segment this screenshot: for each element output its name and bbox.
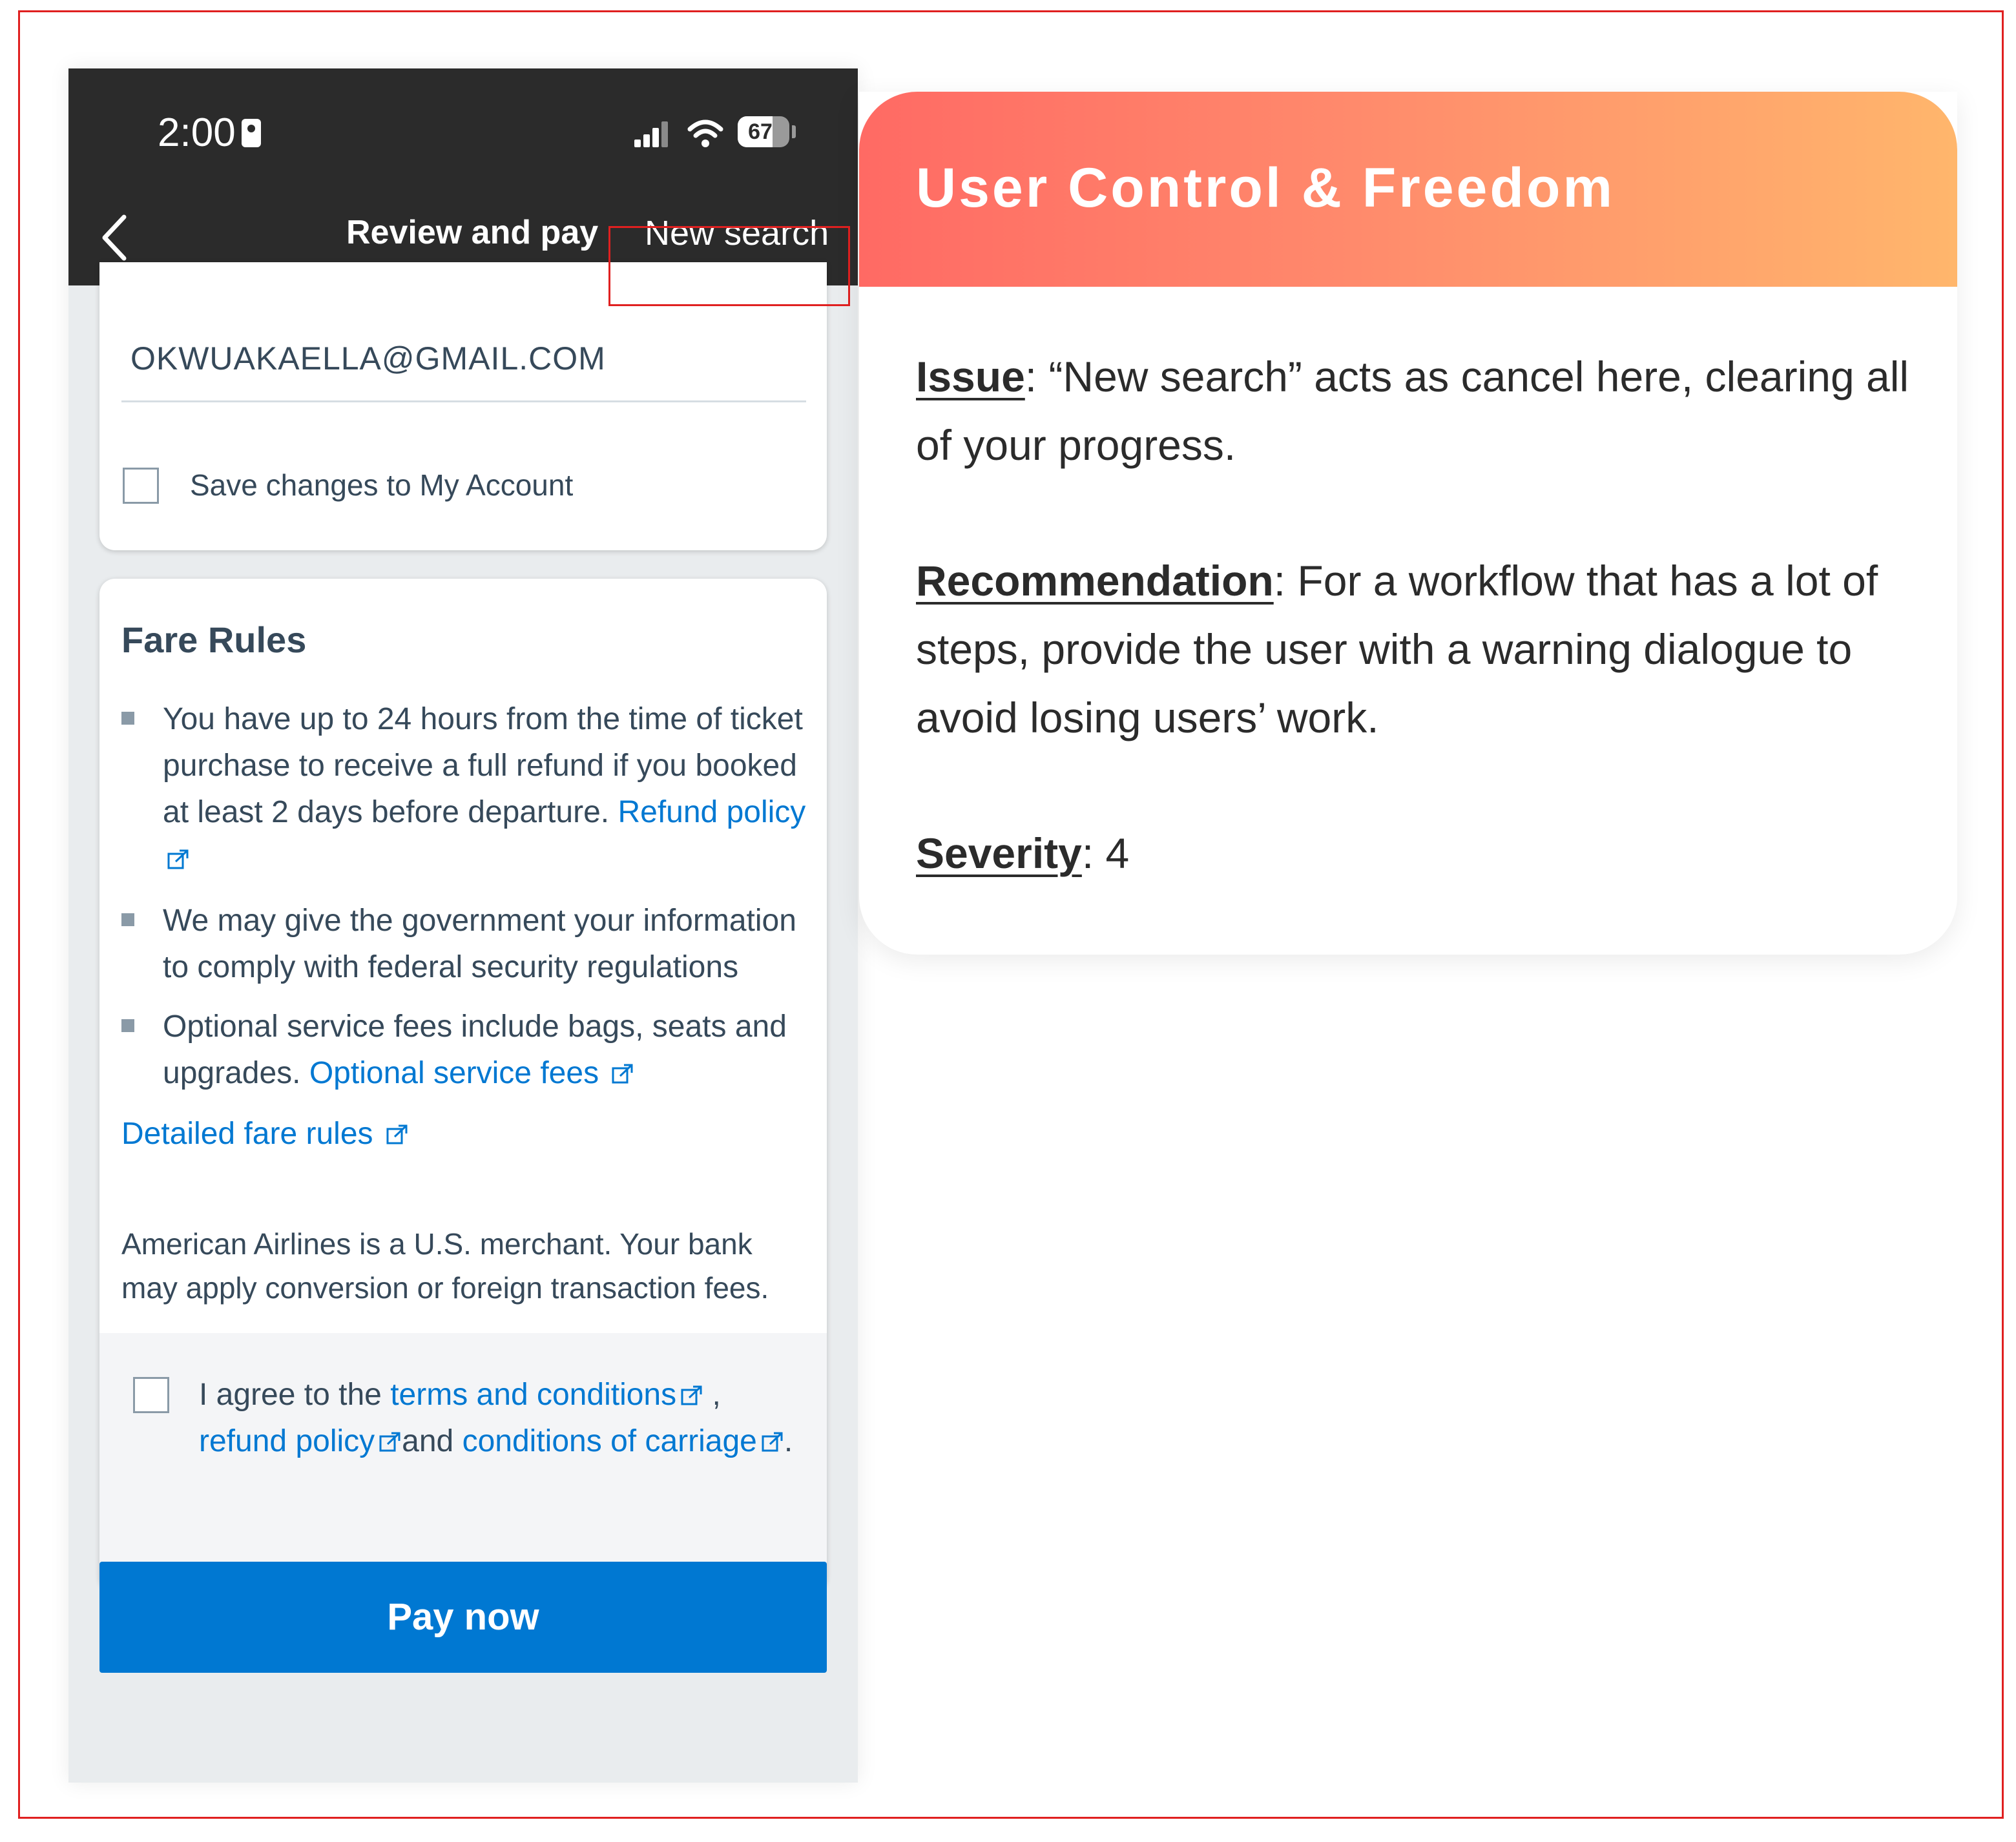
phone-screen: 2:00 67 Review and pay New search OKWUAK… [68,68,858,1783]
fare-rules-title: Fare Rules [121,619,307,660]
email-field[interactable]: OKWUAKAELLA@GMAIL.COM [130,340,606,377]
agreement-text: I agree to the terms and conditions , re… [199,1372,806,1465]
annotation-title: User Control & Freedom [916,157,1615,219]
signal-icon [634,120,670,147]
external-link-icon[interactable] [611,1062,634,1086]
agree-checkbox[interactable] [133,1377,169,1413]
annotation-header: User Control & Freedom [859,92,1957,287]
recommendation-paragraph: Recommendation: For a workflow that has … [916,546,1924,752]
nav-title: Review and pay [346,214,599,251]
battery-icon: 67 [738,116,789,147]
merchant-note: American Airlines is a U.S. merchant. Yo… [121,1227,769,1305]
refund-policy-link[interactable]: Refund policy [618,795,805,829]
fare-rule-item: Optional service fees include bags, seat… [121,1004,806,1097]
fare-rules-card: Fare Rules You have up to 24 hours from … [99,579,827,1591]
external-link-icon[interactable] [386,1123,409,1146]
optional-service-fees-link[interactable]: Optional service fees [309,1056,599,1090]
issue-paragraph: Issue: “New search” acts as cancel here,… [916,342,1924,479]
bullet-icon [121,913,134,926]
external-link-icon[interactable] [761,1431,784,1454]
issue-key: Issue [916,353,1025,400]
external-link-icon[interactable] [379,1431,402,1454]
refund-policy-link[interactable]: refund policy [199,1424,375,1458]
issue-text: : “New search” acts as cancel here, clea… [916,353,1909,469]
agree-and: and [402,1424,454,1458]
recommendation-key: Recommendation [916,557,1274,605]
external-link-icon[interactable] [167,848,190,871]
severity-key: Severity [916,829,1082,877]
bullet-icon [121,712,134,725]
agree-prefix: I agree to the [199,1378,382,1412]
back-chevron-icon[interactable] [96,212,134,264]
severity-text: : 4 [1081,829,1130,877]
status-time: 2:00 [158,110,236,155]
detailed-fare-rules-link[interactable]: Detailed fare rules [121,1117,373,1151]
agree-comma: , [712,1378,721,1412]
email-underline [121,400,806,402]
battery-level: 67 [748,119,773,144]
person-icon [242,119,261,147]
battery-nub [792,125,796,138]
detailed-fare-rules: Detailed fare rules [121,1111,806,1157]
wifi-icon [687,119,723,147]
severity-paragraph: Severity: 4 [916,819,1924,887]
fare-rule-item: We may give the government your informat… [121,898,806,991]
save-changes-label: Save changes to My Account [190,468,574,502]
conditions-of-carriage-link[interactable]: conditions of carriage [462,1424,757,1458]
terms-link[interactable]: terms and conditions [390,1378,676,1412]
fare-rule-item: You have up to 24 hours from the time of… [121,696,806,882]
agree-period: . [784,1424,793,1458]
pay-now-button[interactable]: Pay now [99,1562,827,1673]
rule-text: We may give the government your informat… [163,904,796,984]
save-changes-checkbox[interactable] [123,468,159,504]
bullet-icon [121,1019,134,1032]
external-link-icon[interactable] [680,1384,703,1407]
new-search-highlight [608,226,850,306]
agreement-section: I agree to the terms and conditions , re… [99,1333,827,1591]
